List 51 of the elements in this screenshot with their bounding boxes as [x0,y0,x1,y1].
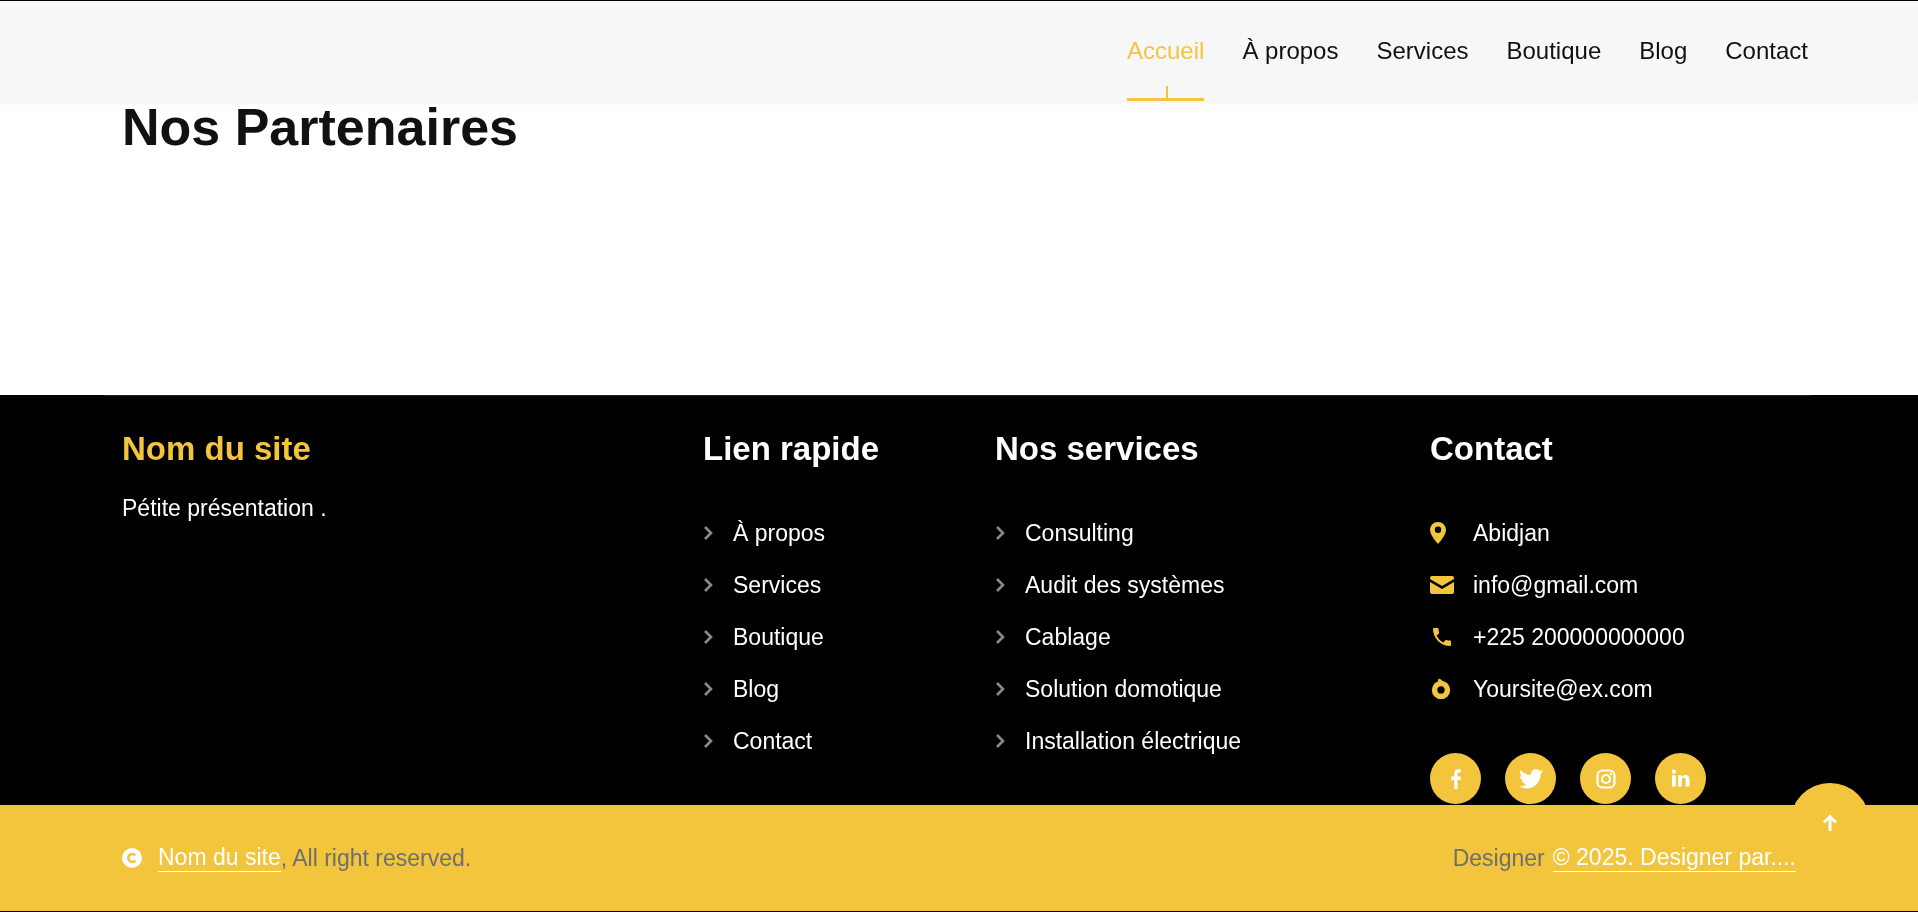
instagram-button[interactable] [1580,753,1631,804]
chevron-icon [703,526,713,540]
footer-link[interactable]: Solution domotique [1025,675,1222,703]
facebook-icon [1450,768,1461,789]
footer-link[interactable]: Cablage [1025,623,1111,651]
footer-link[interactable]: Blog [733,675,780,703]
chevron-icon [703,734,713,748]
column-heading: Contact [1430,429,1554,469]
page-title: Nos Partenaires [122,97,519,157]
nav-link[interactable]: Services [1376,1,1469,101]
contact-text: info@gmail.com [1473,571,1639,599]
camera-icon [1595,768,1616,789]
nav-link[interactable]: Contact [1725,1,1808,101]
footer-link[interactable]: À propos [733,519,826,547]
footer-link[interactable]: Contact [733,727,813,755]
contact-text: +225 200000000000 [1473,623,1685,651]
chevron-icon [995,578,1005,592]
facebook-button[interactable] [1430,753,1481,804]
site-description: Pétite présentation . [122,495,328,522]
chevron-icon [995,734,1005,748]
footer-link[interactable]: Services [733,571,822,599]
nav-link[interactable]: Blog [1639,1,1688,101]
footer-link[interactable]: Boutique [733,623,824,651]
linkedin-icon [1671,769,1690,788]
twitter-button[interactable] [1505,753,1556,804]
arrow-up-icon [1822,814,1838,832]
envelope-icon [1430,576,1454,594]
chevron-icon [995,682,1005,696]
linkedin-button[interactable] [1655,753,1706,804]
site-name: Nom du site [122,429,312,469]
phone-icon [1430,625,1454,649]
contact-text: Abidjan [1473,519,1550,547]
column-heading: Lien rapide [703,429,881,469]
rights-text: , All right reserved. [280,844,472,872]
chevron-icon [995,526,1005,540]
nav-link[interactable]: À propos [1242,1,1339,101]
footer-link[interactable]: Audit des systèmes [1025,571,1225,599]
chevron-icon [995,630,1005,644]
browser-logo-icon [1430,678,1452,700]
map-pin-icon [1430,522,1446,544]
contact-text: Yoursite@ex.com [1473,675,1653,703]
column-heading: Nos services [995,429,1200,469]
nav-link[interactable]: Boutique [1506,1,1602,101]
copyright-icon [122,848,142,868]
designer-label: Designer [1452,844,1545,872]
chevron-icon [703,682,713,696]
chevron-icon [703,630,713,644]
footer-link[interactable]: Consulting [1025,519,1134,547]
bird-icon [1518,768,1543,789]
chevron-icon [703,578,713,592]
footer-link[interactable]: Installation électrique [1025,727,1242,755]
